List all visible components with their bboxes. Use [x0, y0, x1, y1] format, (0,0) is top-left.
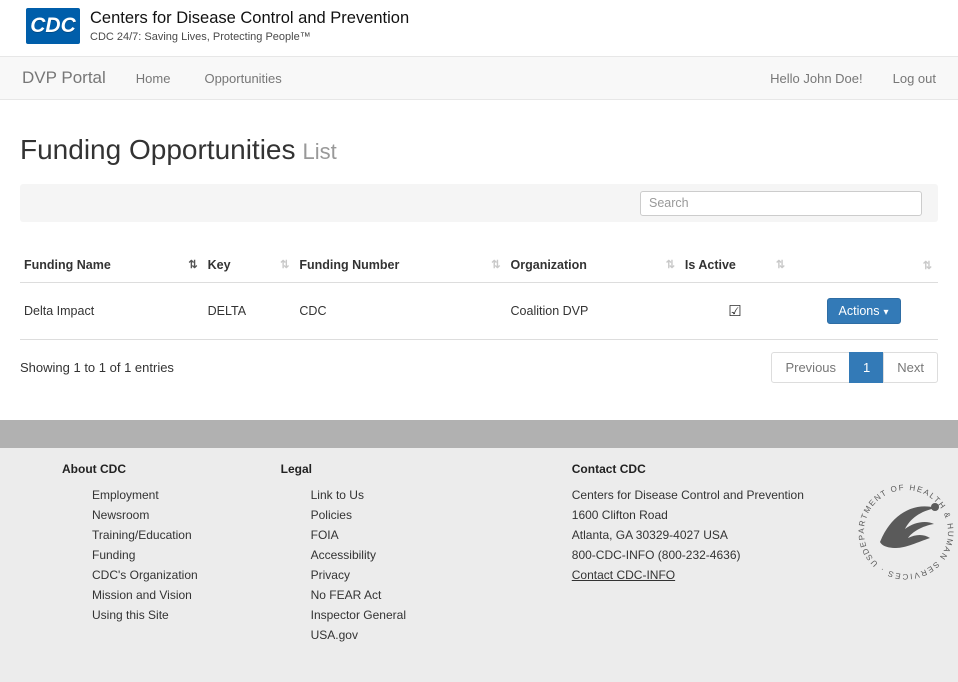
- footer-legal-column: Legal Link to Us Policies FOIA Accessibi…: [281, 462, 572, 682]
- footer-contact-column: Contact CDC Centers for Disease Control …: [572, 462, 852, 682]
- page-subtitle: List: [303, 139, 337, 164]
- search-input[interactable]: [640, 191, 922, 216]
- sort-icon: ⇅: [923, 259, 932, 272]
- page-title-text: Funding Opportunities: [20, 134, 296, 165]
- pagination-previous[interactable]: Previous: [771, 352, 850, 383]
- footer-link-mission-vision[interactable]: Mission and Vision: [92, 585, 281, 605]
- nav-item-home[interactable]: Home: [136, 71, 171, 86]
- cell-funding-name: Delta Impact: [20, 283, 204, 340]
- footer: About CDC Employment Newsroom Training/E…: [0, 420, 958, 654]
- footer-divider-band: [0, 420, 958, 448]
- footer-contact-heading: Contact CDC: [572, 462, 852, 476]
- table-header-row: Funding Name ⇅ Key ⇅ Funding Number ⇅ Or…: [20, 250, 938, 283]
- funding-table: Funding Name ⇅ Key ⇅ Funding Number ⇅ Or…: [20, 250, 938, 340]
- caret-down-icon: ▾: [884, 307, 889, 318]
- site-title: Centers for Disease Control and Preventi…: [90, 9, 409, 28]
- cell-funding-number: CDC: [295, 283, 506, 340]
- footer-link-newsroom[interactable]: Newsroom: [92, 505, 281, 525]
- navbar: DVP Portal Home Opportunities Hello John…: [0, 56, 958, 100]
- pagination: Previous 1 Next: [771, 352, 938, 383]
- cdc-masthead: CDC Centers for Disease Control and Prev…: [0, 0, 958, 50]
- footer-link-policies[interactable]: Policies: [311, 505, 572, 525]
- footer-link-training-education[interactable]: Training/Education: [92, 525, 281, 545]
- page-title: Funding Opportunities List: [20, 134, 938, 166]
- column-header-funding-number[interactable]: Funding Number ⇅: [295, 250, 506, 283]
- sort-icon: ⇅: [666, 258, 675, 271]
- footer-link-privacy[interactable]: Privacy: [311, 565, 572, 585]
- column-header-funding-name[interactable]: Funding Name ⇅: [20, 250, 204, 283]
- hhs-seal-icon: DEPARTMENT OF HEALTH & HUMAN SERVICES · …: [854, 480, 958, 584]
- main-content: Funding Opportunities List Funding Name ⇅…: [0, 134, 958, 383]
- footer-link-using-this-site[interactable]: Using this Site: [92, 605, 281, 625]
- footer-link-employment[interactable]: Employment: [92, 485, 281, 505]
- cell-organization: Coalition DVP: [507, 283, 681, 340]
- footer-link-no-fear-act[interactable]: No FEAR Act: [311, 585, 572, 605]
- footer-contact-cdc-info-link[interactable]: Contact CDC-INFO: [572, 565, 675, 585]
- table-toolbar: [20, 184, 938, 222]
- footer-link-inspector-general[interactable]: Inspector General: [311, 605, 572, 625]
- footer-link-link-to-us[interactable]: Link to Us: [311, 485, 572, 505]
- footer-body: About CDC Employment Newsroom Training/E…: [0, 448, 958, 682]
- nav-item-opportunities[interactable]: Opportunities: [204, 71, 281, 86]
- table-row: Delta Impact DELTA CDC Coalition DVP ☑ A…: [20, 283, 938, 340]
- footer-contact-line: 1600 Clifton Road: [572, 505, 852, 525]
- footer-about-column: About CDC Employment Newsroom Training/E…: [62, 462, 281, 682]
- footer-link-usa-gov[interactable]: USA.gov: [311, 625, 572, 645]
- cell-key: DELTA: [204, 283, 296, 340]
- cdc-logo-text: CDC: [30, 14, 76, 38]
- sort-icon: ⇅: [491, 258, 500, 271]
- sort-icon: ⇅: [776, 258, 785, 271]
- user-greeting: Hello John Doe!: [770, 71, 863, 86]
- table-footer: Showing 1 to 1 of 1 entries Previous 1 N…: [20, 352, 938, 383]
- logout-link[interactable]: Log out: [893, 71, 936, 86]
- footer-legal-heading: Legal: [281, 462, 572, 476]
- eagle-icon: [880, 503, 939, 548]
- site-tagline: CDC 24/7: Saving Lives, Protecting Peopl…: [90, 31, 409, 43]
- checked-checkbox-icon: ☑: [728, 303, 741, 320]
- column-header-is-active[interactable]: Is Active ⇅: [681, 250, 791, 283]
- column-header-key[interactable]: Key ⇅: [204, 250, 296, 283]
- cell-is-active: ☑: [681, 283, 791, 340]
- sort-icon: ⇅: [188, 258, 197, 271]
- footer-about-heading: About CDC: [62, 462, 281, 476]
- navbar-right: Hello John Doe! Log out: [770, 71, 936, 86]
- footer-link-funding[interactable]: Funding: [92, 545, 281, 565]
- navbar-brand[interactable]: DVP Portal: [22, 68, 106, 88]
- sort-icon: ⇅: [280, 258, 289, 271]
- footer-contact-line: Atlanta, GA 30329-4027 USA: [572, 525, 852, 545]
- table-info: Showing 1 to 1 of 1 entries: [20, 352, 174, 375]
- column-header-actions[interactable]: ⇅: [791, 250, 938, 283]
- pagination-next[interactable]: Next: [883, 352, 938, 383]
- masthead-text: Centers for Disease Control and Preventi…: [90, 9, 409, 43]
- footer-link-accessibility[interactable]: Accessibility: [311, 545, 572, 565]
- footer-link-foia[interactable]: FOIA: [311, 525, 572, 545]
- column-header-organization[interactable]: Organization ⇅: [507, 250, 681, 283]
- cdc-logo[interactable]: CDC: [26, 8, 80, 44]
- pagination-page-1[interactable]: 1: [849, 352, 884, 383]
- footer-link-cdc-organization[interactable]: CDC's Organization: [92, 565, 281, 585]
- footer-contact-line: Centers for Disease Control and Preventi…: [572, 485, 852, 505]
- navbar-left: DVP Portal Home Opportunities: [22, 68, 316, 88]
- cell-actions: Actions▾: [791, 283, 938, 340]
- actions-button[interactable]: Actions▾: [827, 298, 901, 324]
- footer-contact-line: 800-CDC-INFO (800-232-4636): [572, 545, 852, 565]
- hhs-seal: DEPARTMENT OF HEALTH & HUMAN SERVICES · …: [854, 462, 958, 682]
